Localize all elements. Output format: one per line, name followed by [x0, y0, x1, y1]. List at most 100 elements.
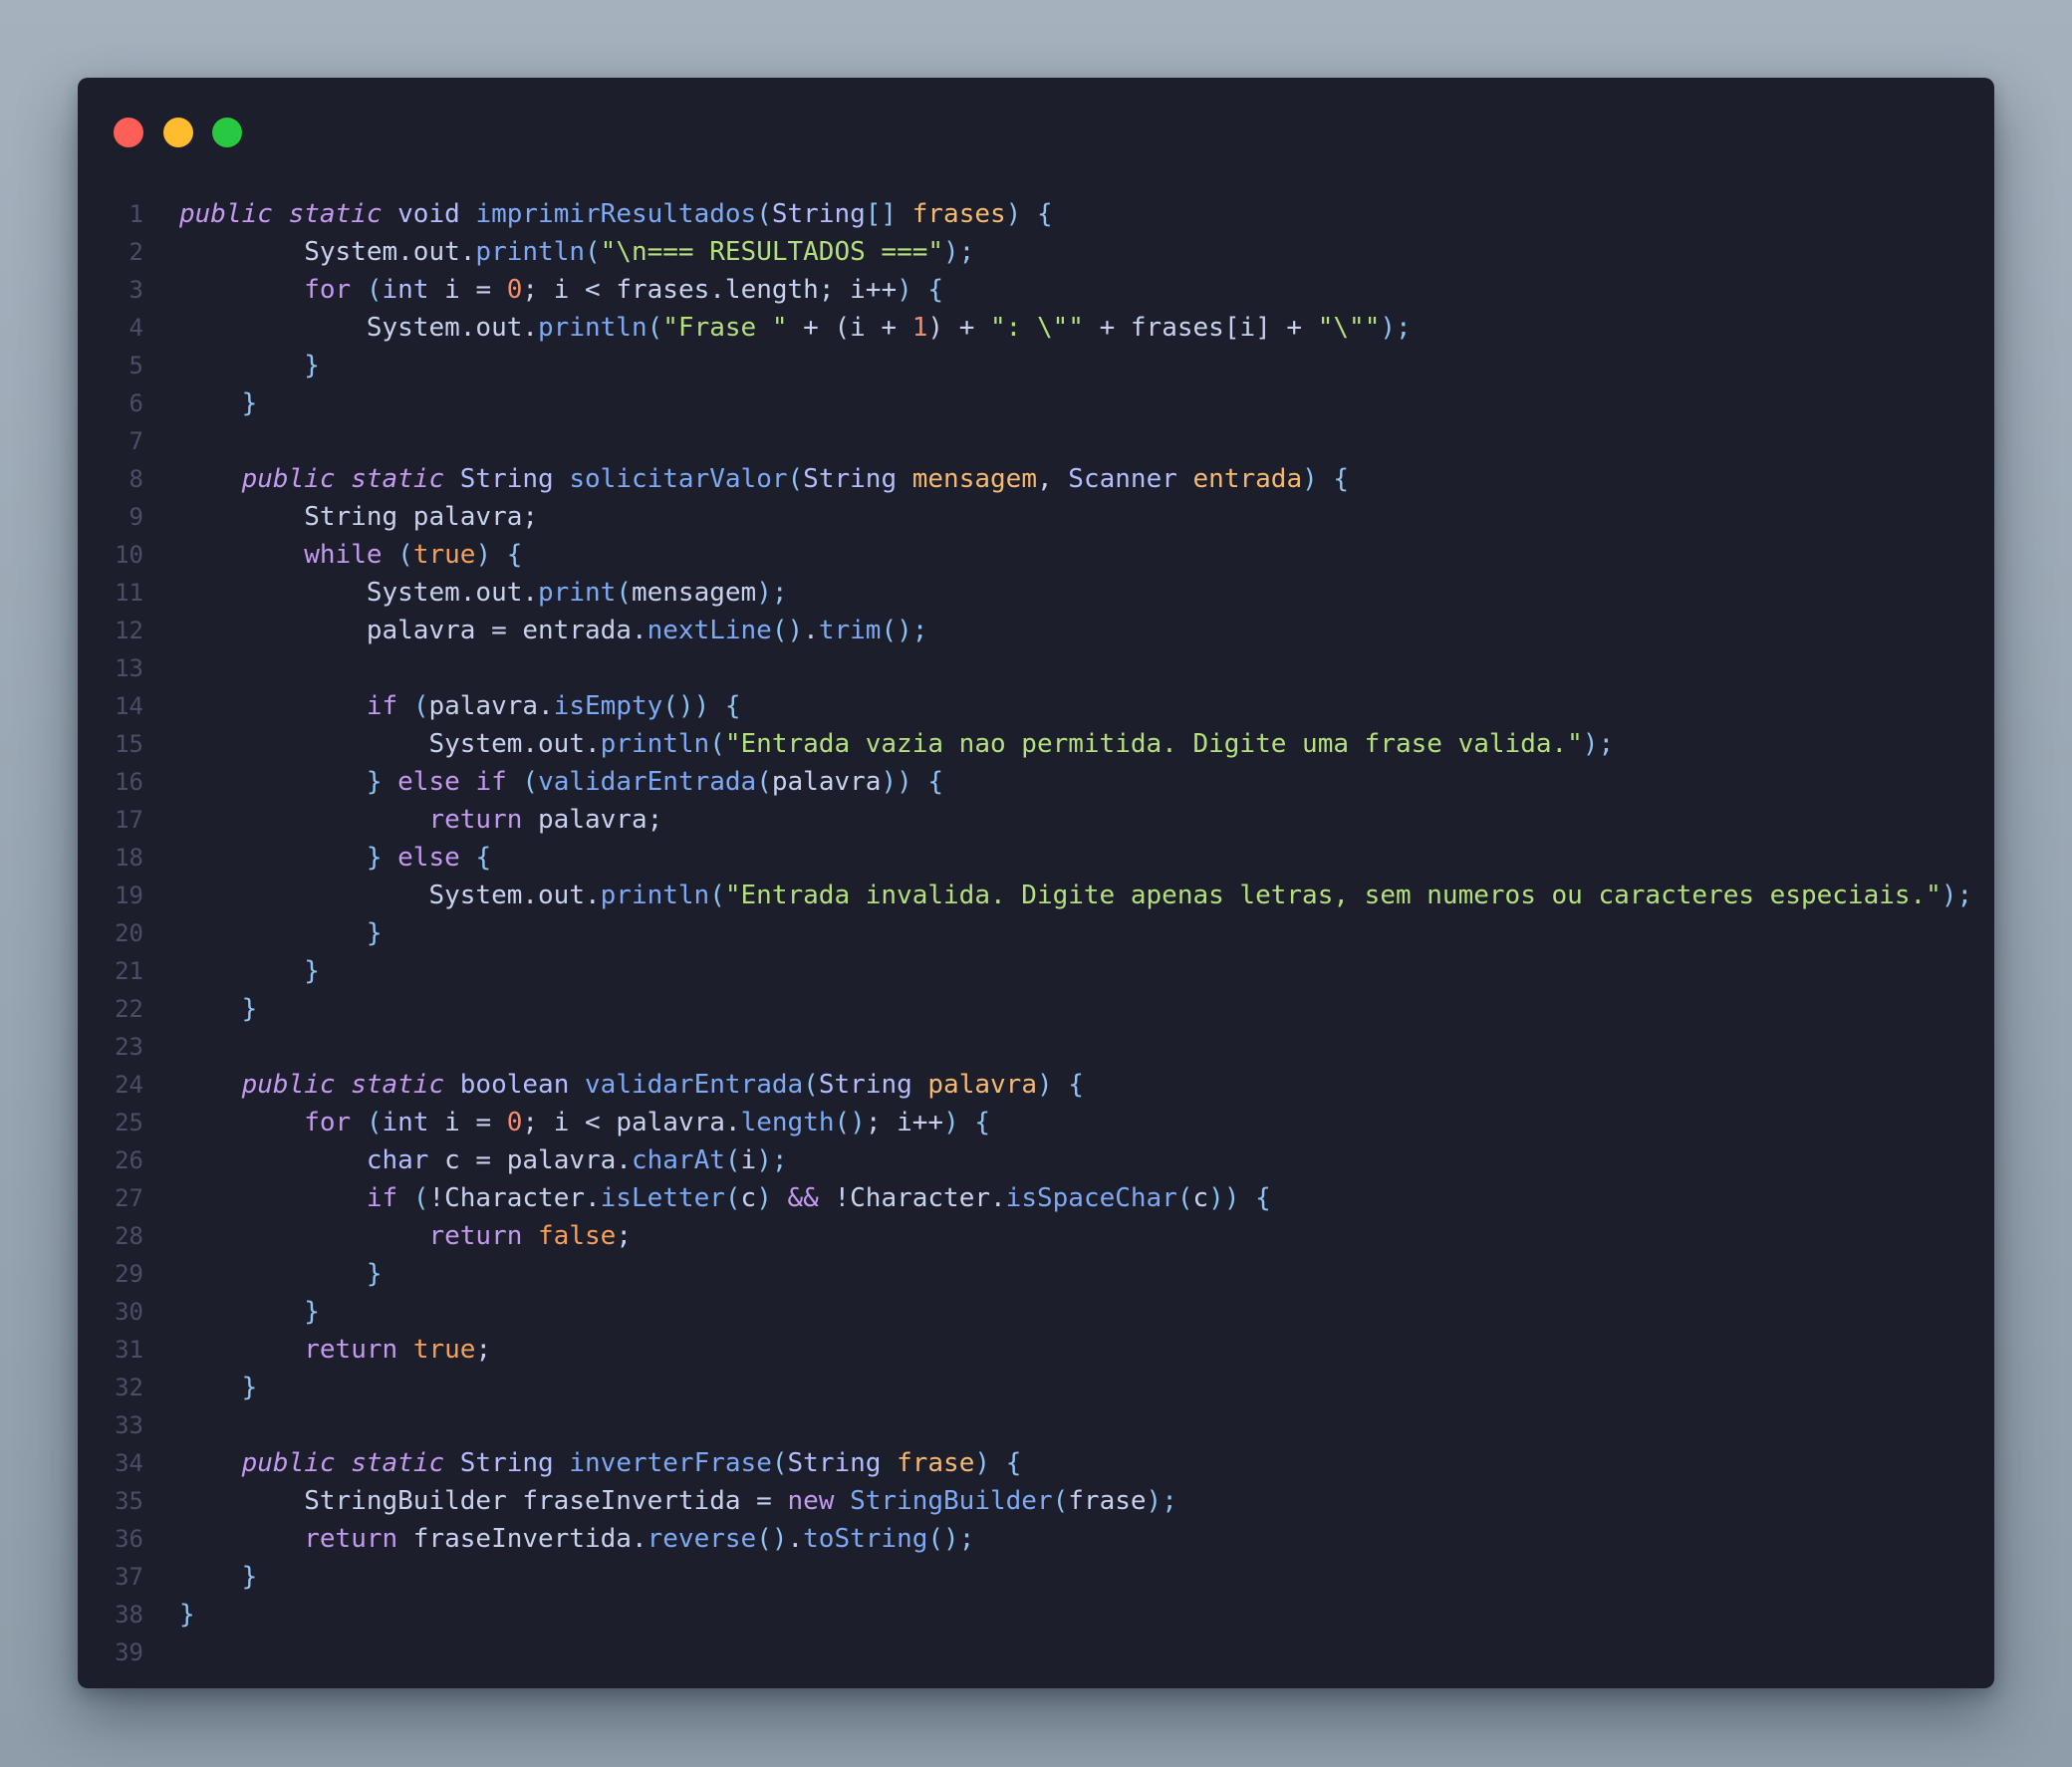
line-number: 24 — [115, 1071, 143, 1099]
code-line[interactable]: 35 StringBuilder fraseInvertida = new St… — [78, 1482, 1994, 1520]
code-token: i — [740, 1145, 757, 1175]
line-number: 31 — [115, 1336, 143, 1364]
code-token: ( — [1176, 1183, 1193, 1213]
code-line[interactable]: 8 public static String solicitarValor(St… — [78, 460, 1994, 498]
code-line[interactable]: 31 return true; — [78, 1331, 1994, 1369]
code-token: i = — [428, 1108, 507, 1137]
code-line[interactable]: 32 } — [78, 1369, 1994, 1406]
code-line[interactable]: 21 } — [78, 952, 1994, 990]
maximize-button[interactable] — [212, 118, 242, 147]
code-token: "Frase " — [662, 313, 788, 343]
code-token: + frases[i] + — [1083, 313, 1318, 343]
code-editor[interactable]: 1 public static void imprimirResultados(S… — [78, 195, 1994, 1671]
code-line[interactable]: 14 if (palavra.isEmpty()) { — [78, 687, 1994, 725]
code-line[interactable]: 5 } — [78, 347, 1994, 384]
code-token: ; — [616, 1221, 632, 1251]
code-token: entrada — [1192, 464, 1303, 494]
code-token: } — [241, 388, 258, 418]
code-line[interactable]: 36 return fraseInvertida.reverse().toStr… — [78, 1520, 1994, 1558]
code-token: { — [927, 275, 944, 305]
code-line[interactable]: 33 — [78, 1406, 1994, 1444]
code-token: String — [818, 1070, 912, 1100]
code-token: println — [600, 881, 710, 910]
code-token: } — [241, 1373, 258, 1402]
code-line[interactable]: 17 return palavra; — [78, 801, 1994, 839]
line-number: 2 — [129, 238, 143, 266]
code-token: ( — [709, 729, 725, 759]
code-line-text: if (!Character.isLetter(c) && !Character… — [143, 1179, 1994, 1217]
code-token: } — [304, 956, 320, 986]
code-line[interactable]: 15 System.out.println("Entrada vazia nao… — [78, 725, 1994, 763]
code-token: !Character. — [818, 1183, 1006, 1213]
code-line[interactable]: 29 } — [78, 1255, 1994, 1293]
code-token: public — [241, 1448, 336, 1478]
line-number: 14 — [115, 692, 143, 720]
code-token: . — [803, 616, 819, 645]
code-line[interactable]: 7 — [78, 422, 1994, 460]
code-line[interactable]: 11 System.out.print(mensagem); — [78, 574, 1994, 612]
code-token: ; i < frases.length; i++ — [522, 275, 898, 305]
code-token: )) — [881, 767, 912, 797]
code-line[interactable]: 27 if (!Character.isLetter(c) && !Charac… — [78, 1179, 1994, 1217]
line-number: 39 — [115, 1639, 143, 1666]
code-line[interactable]: 13 — [78, 649, 1994, 687]
code-token: ( — [647, 313, 663, 343]
close-button[interactable] — [114, 118, 143, 147]
code-line-text: char c = palavra.charAt(i); — [143, 1141, 1994, 1179]
code-line[interactable]: 10 while (true) { — [78, 536, 1994, 574]
code-line[interactable]: 9 String palavra; — [78, 498, 1994, 536]
code-line[interactable]: 34 public static String inverterFrase(St… — [78, 1444, 1994, 1482]
code-token: ( — [585, 237, 601, 267]
code-line[interactable]: 28 return false; — [78, 1217, 1994, 1255]
code-line-text: System.out.println("Frase " + (i + 1) + … — [143, 309, 1994, 347]
code-line[interactable]: 30 } — [78, 1293, 1994, 1331]
code-token: charAt — [631, 1145, 725, 1175]
code-token: } — [366, 767, 383, 797]
line-number: 13 — [115, 654, 143, 682]
code-token: frase — [1068, 1486, 1147, 1516]
code-line[interactable]: 38} — [78, 1596, 1994, 1634]
code-token: System.out. — [179, 237, 476, 267]
code-line[interactable]: 20 } — [78, 914, 1994, 952]
code-token: { — [724, 691, 741, 721]
code-line[interactable]: 19 System.out.println("Entrada invalida.… — [78, 877, 1994, 914]
code-line[interactable]: 37 } — [78, 1558, 1994, 1596]
line-number: 25 — [115, 1109, 143, 1136]
code-line[interactable]: 25 for (int i = 0; i < palavra.length();… — [78, 1104, 1994, 1141]
code-line[interactable]: 39 — [78, 1634, 1994, 1671]
code-line[interactable]: 6 } — [78, 384, 1994, 422]
code-token: + (i + — [787, 313, 912, 343]
code-token: ) — [475, 540, 492, 570]
code-line[interactable]: 16 } else if (validarEntrada(palavra)) { — [78, 763, 1994, 801]
minimize-button[interactable] — [163, 118, 193, 147]
code-line[interactable]: 22 } — [78, 990, 1994, 1028]
code-token: ) — [1005, 199, 1022, 229]
code-line[interactable]: 23 — [78, 1028, 1994, 1066]
line-number: 36 — [115, 1525, 143, 1553]
code-token: ()) — [662, 691, 710, 721]
code-line[interactable]: 18 } else { — [78, 839, 1994, 877]
code-line[interactable]: 2 System.out.println("\n=== RESULTADOS =… — [78, 233, 1994, 271]
page-background: { "window": { "controls": [ {"name": "cl… — [0, 0, 2072, 1767]
line-number: 29 — [115, 1260, 143, 1288]
code-line[interactable]: 26 char c = palavra.charAt(i); — [78, 1141, 1994, 1179]
code-token: "Entrada invalida. Digite apenas letras,… — [724, 881, 1942, 910]
code-line[interactable]: 12 palavra = entrada.nextLine().trim(); — [78, 612, 1994, 649]
code-line-text: } — [143, 347, 1994, 384]
code-token: println — [600, 729, 710, 759]
code-line[interactable]: 3 for (int i = 0; i < frases.length; i++… — [78, 271, 1994, 309]
code-line[interactable]: 4 System.out.println("Frase " + (i + 1) … — [78, 309, 1994, 347]
code-line[interactable]: 1 public static void imprimirResultados(S… — [78, 195, 1994, 233]
code-token: { — [475, 843, 492, 873]
code-line[interactable]: 24 public static boolean validarEntrada(… — [78, 1066, 1994, 1104]
